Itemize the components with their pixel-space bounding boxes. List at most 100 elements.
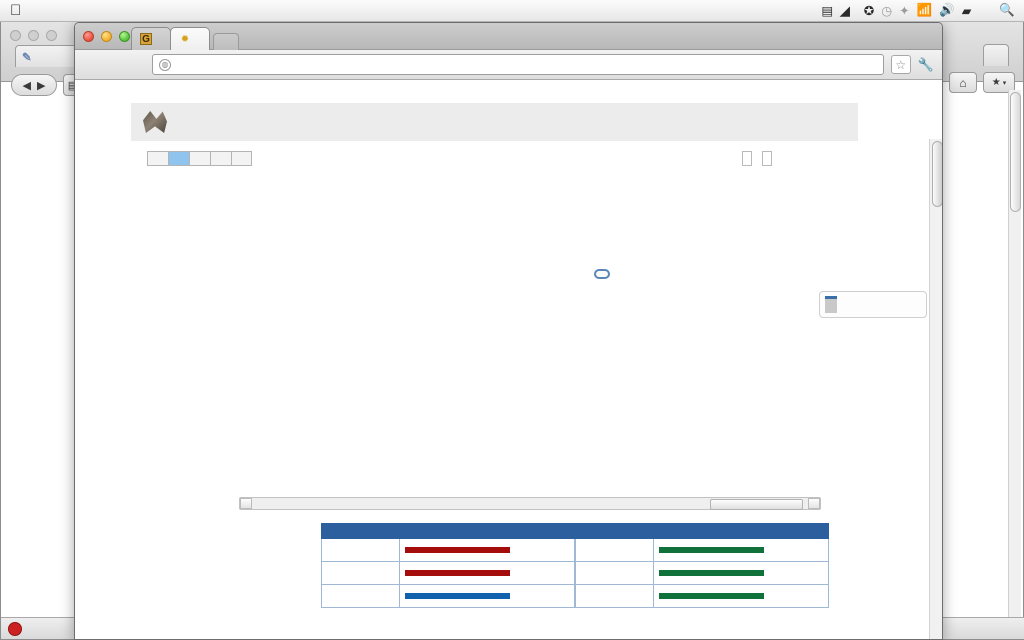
background-traffic-lights[interactable] xyxy=(10,30,57,41)
zoom-button-6m[interactable] xyxy=(210,151,231,166)
merchz-favicon: ✹ xyxy=(180,33,190,45)
volume-icon[interactable]: 🔊 xyxy=(939,3,955,18)
globe-icon: ◍ xyxy=(159,58,171,71)
status-badge xyxy=(659,570,764,576)
zoom-range-buttons[interactable] xyxy=(147,151,252,166)
so-signal-cell-12day xyxy=(653,584,829,608)
zoom-button-1m[interactable] xyxy=(168,151,189,166)
so-period-6day xyxy=(575,561,654,585)
rsi-period-6day xyxy=(321,561,400,585)
chevron-down-icon: ▾ xyxy=(1002,79,1007,87)
wifi-icon[interactable]: 📶 xyxy=(917,3,933,18)
rsi-period-3day xyxy=(321,538,400,562)
page-content xyxy=(75,81,927,639)
display-icon[interactable]: ▤ xyxy=(821,3,833,18)
so-signal-cell-6day xyxy=(653,561,829,585)
to-date-input[interactable] xyxy=(762,151,772,166)
battery-icon[interactable]: ▰ xyxy=(962,3,972,18)
background-home-button[interactable]: ⌂ xyxy=(949,72,977,93)
chrome-tab-merchz[interactable]: ✹ xyxy=(170,27,210,50)
navigator-scrollbar[interactable] xyxy=(239,497,821,510)
chart-legend[interactable] xyxy=(819,291,927,318)
legend-line-icon xyxy=(825,310,837,313)
status-badge xyxy=(659,547,764,553)
zoom-control-bar[interactable] xyxy=(141,151,252,166)
chrome-toolbar: ◍ ☆ 🔧 xyxy=(75,50,942,80)
so-period-12day xyxy=(575,584,654,608)
background-back-forward[interactable]: ◀ ▶ xyxy=(11,74,57,96)
background-close-button[interactable] xyxy=(10,30,21,41)
zoom-button-all[interactable] xyxy=(231,151,252,166)
window-minimize-button[interactable] xyxy=(101,31,112,42)
address-bar[interactable]: ◍ xyxy=(152,54,884,75)
background-scrollbar-thumb[interactable] xyxy=(1010,92,1021,212)
background-tabstrip-right[interactable] xyxy=(977,44,1015,66)
table-header-row xyxy=(575,523,829,539)
rsi-period-12day xyxy=(321,584,400,608)
page-viewport: ▴ ▾ xyxy=(75,81,942,639)
page-vertical-scrollbar[interactable]: ▴ ▾ xyxy=(929,139,942,639)
table-row xyxy=(321,538,575,562)
background-forward-icon[interactable]: ▶ xyxy=(37,79,45,92)
status-badge xyxy=(405,547,510,553)
navigator-scroll-thumb[interactable] xyxy=(710,499,803,510)
navigator-scroll-left-icon[interactable] xyxy=(240,498,252,509)
screen: ✎ ◀ ▶ ▤ 🔍 xyxy=(0,0,1024,640)
so-period-3day xyxy=(575,538,654,562)
signal-icon[interactable]: ◢ xyxy=(840,3,850,18)
window-close-button[interactable] xyxy=(83,31,94,42)
adblock-plus-icon[interactable] xyxy=(8,621,22,636)
menu-bar-status-items[interactable]: ▤ ◢ ✪ ◷ ✦ 📶 🔊 ▰ 🔍 xyxy=(821,3,1024,18)
spotlight-search-icon[interactable]: 🔍 xyxy=(999,3,1015,18)
zoom-button-7d[interactable] xyxy=(147,151,168,166)
chrome-tabs[interactable]: G ✹ xyxy=(131,27,239,50)
navigator-scroll-right-icon[interactable] xyxy=(808,498,820,509)
rsi-indicator-table xyxy=(321,523,575,608)
page-scrollbar-thumb[interactable] xyxy=(932,141,942,207)
gec-favicon: G xyxy=(140,33,152,45)
so-signal-cell-3day xyxy=(653,538,829,562)
bookmark-icon: ★ xyxy=(991,77,1001,88)
background-nav-buttons[interactable]: ◀ ▶ ▤ xyxy=(11,74,83,96)
price-chart-svg[interactable] xyxy=(131,173,858,473)
chrome-browser-window[interactable]: G ✹ ◍ ☆ 🔧 xyxy=(74,22,943,640)
background-minimize-button[interactable] xyxy=(28,30,39,41)
chrome-new-tab-button[interactable] xyxy=(213,33,239,50)
status-badge xyxy=(405,593,510,599)
so-indicator-title xyxy=(575,523,829,539)
table-row xyxy=(575,561,829,585)
price-chart[interactable] xyxy=(131,173,858,473)
chrome-tab-gec[interactable]: G xyxy=(131,27,171,50)
pencil-icon: ✎ xyxy=(22,51,32,64)
window-traffic-lights[interactable] xyxy=(83,31,130,42)
table-row xyxy=(575,538,829,562)
table-header-row xyxy=(321,523,575,539)
chrome-tab-strip: G ✹ xyxy=(75,23,942,50)
bluetooth-icon[interactable]: ✦ xyxy=(899,3,909,18)
rsi-indicator-title xyxy=(321,523,575,539)
macos-menu-bar[interactable]:  ▤ ◢ ✪ ◷ ✦ 📶 🔊 ▰ 🔍 xyxy=(0,0,1024,22)
star-bookmark-icon[interactable]: ☆ xyxy=(890,55,911,74)
window-zoom-button[interactable] xyxy=(119,31,130,42)
toolbar-right-buttons[interactable]: ☆ 🔧 xyxy=(890,55,934,74)
rsi-signal-cell-12day xyxy=(399,584,575,608)
from-date-input[interactable] xyxy=(742,151,752,166)
time-machine-icon[interactable]: ◷ xyxy=(881,3,892,18)
table-row xyxy=(575,584,829,608)
so-indicator-table xyxy=(575,523,829,608)
item-header xyxy=(131,103,858,141)
status-badge xyxy=(405,570,510,576)
background-vertical-scrollbar[interactable] xyxy=(1008,90,1021,620)
legend-item-180-day[interactable] xyxy=(825,310,921,313)
background-new-tab-button[interactable] xyxy=(983,44,1009,66)
apple-menu-icon[interactable]:  xyxy=(10,3,21,18)
background-zoom-button[interactable] xyxy=(46,30,57,41)
date-range-controls[interactable] xyxy=(737,151,772,166)
indicator-tables xyxy=(321,523,829,608)
zoom-button-3m[interactable] xyxy=(189,151,210,166)
chart-tooltip xyxy=(594,269,610,279)
wrench-menu-icon[interactable]: 🔧 xyxy=(918,57,934,73)
dropbox-icon[interactable]: ✪ xyxy=(864,3,874,18)
rsi-signal-cell-3day xyxy=(399,538,575,562)
background-back-icon[interactable]: ◀ xyxy=(23,79,31,92)
